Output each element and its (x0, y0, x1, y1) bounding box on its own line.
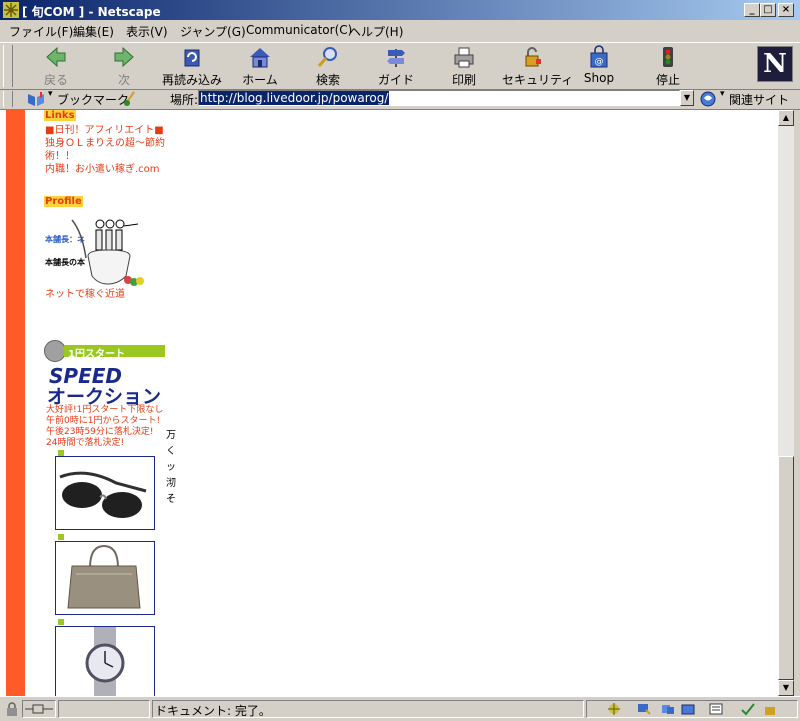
search-button[interactable]: 検索 (310, 45, 346, 87)
link-side-job[interactable]: 内職！お小遣い稼ぎ.com (45, 163, 165, 176)
toolbar-grip[interactable] (3, 45, 13, 87)
related-dropdown-arrow[interactable]: ▾ (720, 89, 725, 99)
product-watch[interactable] (55, 626, 155, 696)
toilet-character-image (71, 219, 144, 286)
location-label: 場所: (170, 93, 199, 107)
messenger-icon[interactable] (636, 702, 652, 716)
sunglasses-image (59, 471, 147, 518)
plug-icon (25, 704, 53, 714)
url-text[interactable]: http://blog.livedoor.jp/powarog/ (199, 91, 390, 105)
bookmarks-label[interactable]: ブックマーク (57, 91, 129, 108)
menu-bar: ファイル(F) 編集(E) 表示(V) ジャンプ(G) Communicator… (0, 20, 800, 40)
security-button[interactable]: セキュリティ (502, 45, 573, 87)
menu-communicator[interactable]: Communicator(C) (246, 23, 352, 37)
scroll-down-button[interactable]: ▼ (778, 680, 794, 696)
green-marker (58, 534, 64, 540)
netscape-logo[interactable]: N (757, 46, 793, 82)
guide-button[interactable]: ガイド (378, 45, 414, 87)
search-icon (317, 47, 337, 67)
handbag-image (67, 544, 141, 609)
close-button[interactable]: × (778, 3, 794, 17)
links-list: ■日刊！アフィリエイト■ 独身ＯＬまりえの超～節約 術！！ 内職！お小遣い稼ぎ.… (45, 124, 165, 176)
url-history-dropdown[interactable]: ▼ (680, 90, 694, 106)
home-icon (250, 48, 270, 68)
watch-image (85, 627, 125, 696)
back-button[interactable]: 戻る (36, 45, 76, 87)
scroll-up-button[interactable]: ▲ (778, 110, 794, 126)
menu-go[interactable]: ジャンプ(G) (180, 23, 246, 40)
netscape-app-icon[interactable] (3, 2, 19, 18)
maximize-button[interactable]: □ (760, 3, 776, 17)
newsgroup-icon[interactable] (660, 702, 676, 716)
menu-view[interactable]: 表示(V) (126, 23, 168, 40)
reload-button[interactable]: 再読み込み (160, 45, 224, 87)
reload-icon (184, 49, 200, 67)
link-saving-cont[interactable]: 術！！ (45, 150, 165, 163)
composer-icon[interactable] (708, 702, 724, 716)
page-proxy-icon[interactable] (122, 90, 138, 107)
connection-indicator (22, 700, 56, 718)
padlock-icon (525, 47, 541, 67)
navigator-icon[interactable] (606, 702, 622, 716)
progress-meter (58, 700, 150, 718)
menu-help[interactable]: ヘルプ(H) (349, 23, 403, 40)
link-saving[interactable]: 独身ＯＬまりえの超～節約 (45, 137, 165, 150)
back-arrow-icon (46, 46, 66, 68)
url-input[interactable]: http://blog.livedoor.jp/powarog/ (198, 90, 680, 106)
auction-description: 大好評!1円スタート下限なし 午前0時に1円からスタート! 午後23時59分に落… (46, 405, 164, 448)
forward-button[interactable]: 次 (104, 45, 144, 87)
menu-edit[interactable]: 編集(E) (73, 23, 114, 40)
status-message-panel: ドキュメント: 完了。 (152, 700, 584, 718)
status-bar: ドキュメント: 完了。 (0, 696, 800, 721)
scroll-thumb[interactable] (778, 456, 794, 680)
link-affiliate[interactable]: ■日刊！アフィリエイト■ (45, 124, 165, 137)
profile-link[interactable]: ネットで稼ぐ近道 (45, 285, 125, 300)
navigation-toolbar: 戻る 次 再読み込み ホーム 検索 ガイド 印刷 セキュリティ @ Shop 停… (0, 42, 800, 90)
window-title: [ 旬COM ] - Netscape (22, 5, 161, 19)
menu-file[interactable]: ファイル(F) (9, 23, 73, 40)
stop-button[interactable]: 停止 (650, 45, 686, 87)
home-button[interactable]: ホーム (242, 45, 278, 87)
shopping-icon[interactable] (762, 702, 778, 716)
profile-header: Profile (44, 196, 83, 207)
printer-icon (454, 47, 474, 68)
guide-signpost-icon (387, 49, 405, 67)
shop-button[interactable]: @ Shop (582, 45, 616, 87)
auction-side-text: 万 く ッ 沏 そ (166, 430, 176, 505)
title-bar: [ 旬COM ] - Netscape _ □ × (0, 0, 800, 20)
stop-traffic-light-icon (663, 47, 673, 67)
check-icon[interactable] (740, 702, 756, 716)
product-handbag[interactable] (55, 541, 155, 615)
one-yen-start-badge[interactable]: 1円スタート (44, 340, 165, 362)
related-sites-label[interactable]: 関連サイト (729, 91, 789, 108)
forward-arrow-icon (114, 46, 134, 68)
print-button[interactable]: 印刷 (446, 45, 482, 87)
vertical-scrollbar[interactable]: ▲ ▼ (778, 110, 794, 696)
bookmark-dropdown-arrow[interactable]: ▾ (48, 89, 53, 99)
location-grip[interactable] (3, 91, 13, 107)
bookmark-icon[interactable] (26, 91, 46, 107)
product-sunglasses[interactable] (55, 456, 155, 530)
status-message: ドキュメント: 完了。 (155, 704, 271, 718)
minimize-button[interactable]: _ (744, 3, 760, 17)
location-bar: ▾ ブックマーク 場所: http://blog.livedoor.jp/pow… (0, 89, 800, 110)
security-lock-icon[interactable] (4, 702, 20, 716)
svg-text:@: @ (595, 57, 604, 67)
links-header: Links (44, 110, 76, 121)
address-book-icon[interactable] (680, 702, 696, 716)
green-marker (58, 619, 64, 625)
shopping-bag-icon: @ (590, 45, 608, 68)
orange-sidebar-stripe (6, 110, 25, 696)
related-sites-icon[interactable] (700, 90, 718, 107)
page-content: Links ■日刊！アフィリエイト■ 独身ＯＬまりえの超～節約 術！！ 内職！お… (0, 110, 778, 696)
